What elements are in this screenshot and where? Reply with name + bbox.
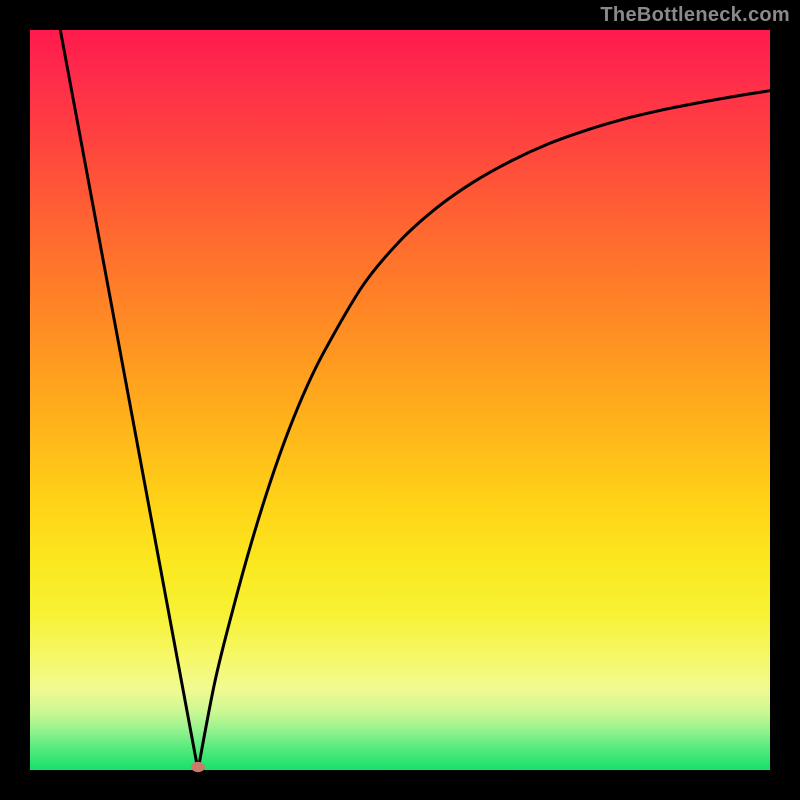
chart-frame: TheBottleneck.com [0,0,800,800]
minimum-marker [191,762,205,772]
curve-left [60,30,198,770]
curve-right [198,91,770,770]
watermark-text: TheBottleneck.com [600,4,790,27]
curve-layer [30,30,770,770]
